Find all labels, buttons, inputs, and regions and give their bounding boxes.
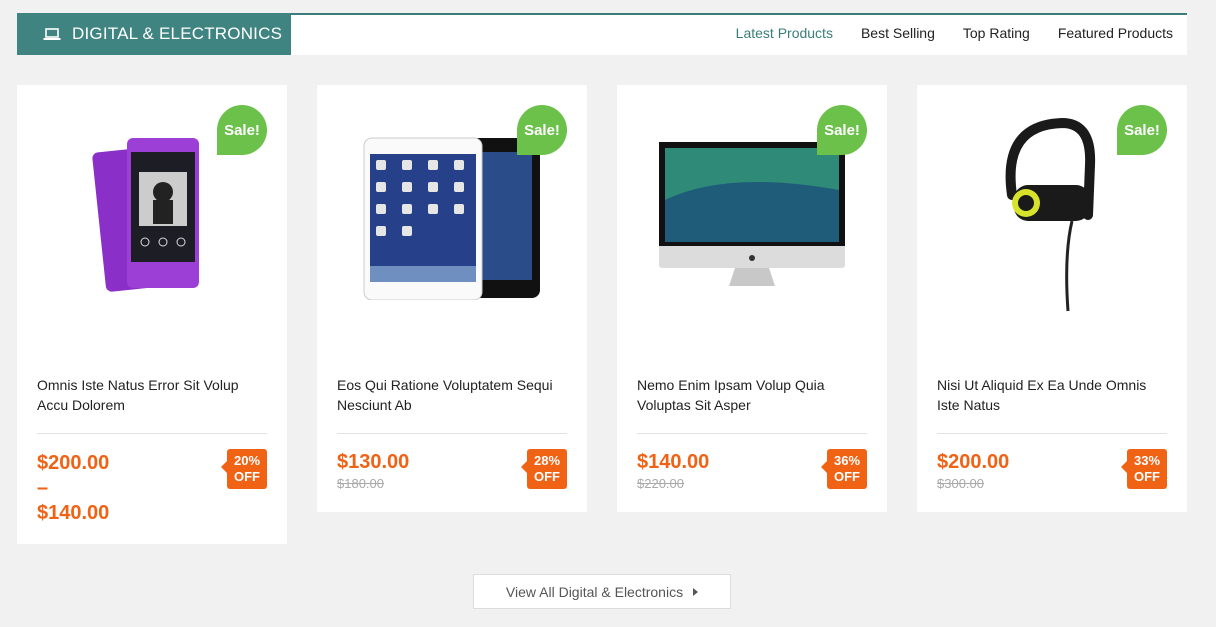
divider — [37, 433, 267, 434]
discount-percent: 36% — [833, 453, 861, 468]
view-all-button[interactable]: View All Digital & Electronics — [473, 574, 731, 609]
sale-badge: Sale! — [517, 105, 567, 155]
divider — [937, 433, 1167, 434]
discount-badge: 33% OFF — [1121, 449, 1167, 489]
discount-off: OFF — [234, 469, 260, 484]
divider — [637, 433, 867, 434]
tab-featured-products[interactable]: Featured Products — [1058, 25, 1173, 41]
price: $140.00 — [637, 451, 710, 473]
divider — [337, 433, 567, 434]
old-price: $220.00 — [637, 476, 684, 491]
price-range-separator: – — [37, 477, 49, 499]
earphones-image — [1005, 117, 1096, 312]
product-card[interactable]: Sale! Omnis Iste Natus Error Sit Volup A… — [17, 85, 287, 544]
section-title: DIGITAL & ELECTRONICS — [72, 24, 283, 43]
price-high: $140.00 — [37, 502, 110, 524]
old-price: $300.00 — [937, 476, 984, 491]
product-name[interactable]: Nemo Enim Ipsam Volup Quia Voluptas Sit … — [637, 375, 867, 415]
discount-percent: 33% — [1133, 453, 1161, 468]
sale-badge: Sale! — [217, 105, 267, 155]
section-title-bar: DIGITAL & ELECTRONICS — [17, 13, 291, 55]
section-header: DIGITAL & ELECTRONICS Latest Products Be… — [17, 13, 1187, 55]
product-name[interactable]: Nisi Ut Aliquid Ex Ea Unde Omnis Iste Na… — [937, 375, 1167, 415]
product-name[interactable]: Omnis Iste Natus Error Sit Volup Accu Do… — [37, 375, 267, 415]
sale-badge: Sale! — [1117, 105, 1167, 155]
product-card[interactable]: Sale! Nemo Enim Ipsam Volup Quia Volupta… — [617, 85, 887, 512]
tablet-image — [363, 137, 540, 300]
price: $130.00 — [337, 451, 410, 473]
product-tabs: Latest Products Best Selling Top Rating … — [708, 25, 1173, 41]
discount-percent: 20% — [233, 453, 261, 468]
discount-badge: 20% OFF — [221, 449, 267, 489]
old-price: $180.00 — [337, 476, 384, 491]
tab-latest-products[interactable]: Latest Products — [736, 25, 833, 41]
product-name[interactable]: Eos Qui Ratione Voluptatem Sequi Nesciun… — [337, 375, 567, 415]
discount-off: OFF — [834, 469, 860, 484]
sale-badge: Sale! — [817, 105, 867, 155]
smartphone-image — [92, 138, 199, 292]
tab-top-rating[interactable]: Top Rating — [963, 25, 1030, 41]
discount-percent: 28% — [533, 453, 561, 468]
discount-badge: 36% OFF — [821, 449, 867, 489]
discount-badge: 28% OFF — [521, 449, 567, 489]
discount-off: OFF — [1134, 469, 1160, 484]
discount-off: OFF — [534, 469, 560, 484]
price: $200.00 — [937, 451, 1010, 473]
price-range: $200.00 – $140.00 — [37, 451, 109, 526]
product-card[interactable]: Sale! Eos Qui Ratione Voluptatem Sequi N… — [317, 85, 587, 512]
laptop-icon — [43, 27, 61, 40]
desktop-computer-image — [659, 142, 845, 286]
tab-best-selling[interactable]: Best Selling — [861, 25, 935, 41]
caret-right-icon — [693, 587, 699, 596]
product-card[interactable]: Sale! Nisi Ut Aliquid Ex Ea Unde Omnis I… — [917, 85, 1187, 512]
view-all-label: View All Digital & Electronics — [505, 583, 684, 600]
price-low: $200.00 — [37, 452, 110, 474]
